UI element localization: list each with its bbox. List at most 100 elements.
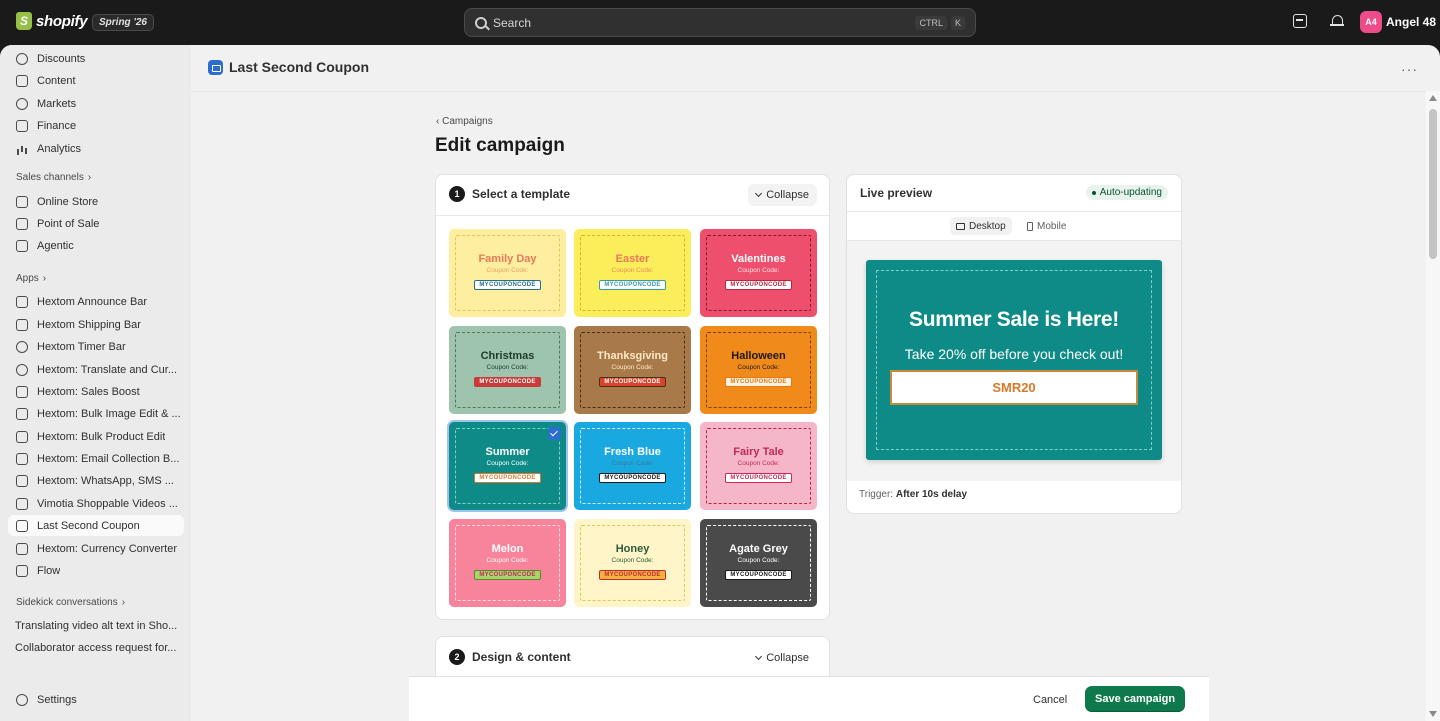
template-dashed-frame: Fresh Blue Coupon Code: MYCOUPONCODE bbox=[580, 428, 685, 504]
preview-title: Live preview bbox=[860, 186, 933, 200]
tab-desktop[interactable]: Desktop bbox=[950, 217, 1012, 235]
sidebar-item-label: Analytics bbox=[37, 142, 82, 155]
sidebar-app-item[interactable]: Hextom: Bulk Product Edit bbox=[8, 426, 184, 447]
status-badge: Auto-updating bbox=[1085, 185, 1168, 200]
sidebar-app-item[interactable]: Vimotia Shoppable Videos ... bbox=[8, 493, 184, 514]
popup-subtitle: Take 20% off before you check out! bbox=[904, 346, 1124, 362]
shopify-bag-icon bbox=[16, 12, 32, 30]
breadcrumb[interactable]: ‹ Campaigns bbox=[436, 116, 493, 127]
sidebar-app-item[interactable]: Hextom Shipping Bar bbox=[8, 314, 184, 335]
sidekick-conversation[interactable]: Collaborator access request for... bbox=[15, 642, 183, 654]
template-option[interactable]: Agate Grey Coupon Code: MYCOUPONCODE bbox=[700, 519, 817, 607]
tab-mobile[interactable]: Mobile bbox=[1021, 217, 1072, 235]
template-option[interactable]: Summer Coupon Code: MYCOUPONCODE bbox=[449, 422, 566, 510]
top-bar: shopify Spring '26 Search CTRL K A4 Ange… bbox=[0, 0, 1440, 45]
template-option[interactable]: Family Day Coupon Code: MYCOUPONCODE bbox=[449, 229, 566, 317]
sidebar-app-item[interactable]: Hextom: Translate and Cur... bbox=[8, 359, 184, 380]
sidebar-app-item[interactable]: Hextom: Email Collection B... bbox=[8, 448, 184, 469]
sidebar-item-label: Last Second Coupon bbox=[37, 519, 140, 532]
sidekick-header[interactable]: Sidekick conversations › bbox=[16, 597, 125, 608]
sidebar: Discounts Content Markets Finance Analyt… bbox=[0, 45, 191, 721]
collapse-button[interactable]: Collapse bbox=[748, 184, 817, 206]
sidebar-app-item[interactable]: Hextom: Bulk Image Edit & ... bbox=[8, 403, 184, 424]
shortcut-ctrl: CTRL bbox=[915, 15, 947, 30]
edition-badge[interactable]: Spring '26 bbox=[92, 14, 154, 31]
sidebar-item-agentic[interactable]: Agentic bbox=[8, 235, 184, 256]
sidebar-app-item[interactable]: Hextom: WhatsApp, SMS ... bbox=[8, 470, 184, 491]
live-preview-card: Live preview Auto-updating Desktop Mobil… bbox=[846, 174, 1182, 514]
sidebar-app-item[interactable]: Hextom Announce Bar bbox=[8, 291, 184, 312]
template-dashed-frame: Easter Coupon Code: MYCOUPONCODE bbox=[580, 235, 685, 311]
save-bar: Cancel Save campaign bbox=[409, 676, 1209, 721]
app-icon bbox=[16, 318, 28, 331]
sidebar-app-item[interactable]: Hextom Timer Bar bbox=[8, 336, 184, 357]
template-coupon-label: Coupon Code: bbox=[486, 364, 529, 371]
scrollbar[interactable] bbox=[1426, 91, 1440, 721]
sales-channels-header[interactable]: Sales channels › bbox=[16, 172, 91, 183]
app-icon bbox=[16, 542, 28, 555]
template-dashed-frame: Halloween Coupon Code: MYCOUPONCODE bbox=[706, 332, 811, 408]
page-title: Edit campaign bbox=[435, 135, 565, 156]
status-dot-icon bbox=[1091, 190, 1096, 195]
sidebar-item-discounts[interactable]: Discounts bbox=[8, 48, 184, 69]
sidebar-item-online-store[interactable]: Online Store bbox=[8, 191, 184, 212]
template-name: Agate Grey bbox=[729, 543, 788, 555]
popup-title: Summer Sale is Here! bbox=[909, 308, 1119, 331]
divider bbox=[191, 91, 1440, 92]
search-bar[interactable]: Search CTRL K bbox=[464, 8, 976, 37]
store-switcher-icon[interactable] bbox=[1293, 14, 1307, 28]
template-option[interactable]: Melon Coupon Code: MYCOUPONCODE bbox=[449, 519, 566, 607]
user-name[interactable]: Angel 48 bbox=[1386, 15, 1436, 29]
sidebar-app-item-active[interactable]: Last Second Coupon bbox=[8, 515, 184, 536]
sidebar-item-finance[interactable]: Finance bbox=[8, 115, 184, 136]
template-option[interactable]: Fresh Blue Coupon Code: MYCOUPONCODE bbox=[574, 422, 691, 510]
flow-icon bbox=[16, 564, 28, 577]
template-coupon-code: MYCOUPONCODE bbox=[474, 280, 541, 290]
template-option[interactable]: Easter Coupon Code: MYCOUPONCODE bbox=[574, 229, 691, 317]
sidebar-item-point-of-sale[interactable]: Point of Sale bbox=[8, 213, 184, 234]
coupon-app-icon bbox=[208, 59, 223, 75]
sidebar-app-item[interactable]: Hextom: Currency Converter bbox=[8, 538, 184, 559]
sidebar-item-label: Point of Sale bbox=[37, 217, 100, 230]
sidebar-item-markets[interactable]: Markets bbox=[8, 93, 184, 114]
avatar[interactable]: A4 bbox=[1360, 11, 1382, 33]
trigger-label: Trigger: bbox=[859, 489, 894, 500]
sidebar-item-label: Hextom: Bulk Product Edit bbox=[37, 430, 166, 443]
template-option[interactable]: Halloween Coupon Code: MYCOUPONCODE bbox=[700, 326, 817, 414]
sidebar-item-content[interactable]: Content bbox=[8, 70, 184, 91]
breadcrumb-link[interactable]: Campaigns bbox=[442, 116, 493, 127]
template-coupon-label: Coupon Code: bbox=[611, 267, 654, 274]
sidebar-app-item[interactable]: Flow bbox=[8, 560, 184, 581]
collapse-button[interactable]: Collapse bbox=[748, 647, 817, 669]
scrollbar-thumb[interactable] bbox=[1429, 109, 1437, 259]
save-campaign-button[interactable]: Save campaign bbox=[1085, 686, 1186, 712]
scroll-down-arrow-icon[interactable] bbox=[1429, 711, 1437, 717]
template-option[interactable]: Fairy Tale Coupon Code: MYCOUPONCODE bbox=[700, 422, 817, 510]
section-label: Sidekick conversations bbox=[16, 597, 118, 608]
more-actions-icon[interactable]: ··· bbox=[1401, 61, 1418, 77]
scroll-up-arrow-icon[interactable] bbox=[1429, 95, 1437, 101]
template-option[interactable]: Valentines Coupon Code: MYCOUPONCODE bbox=[700, 229, 817, 317]
template-dashed-frame: Agate Grey Coupon Code: MYCOUPONCODE bbox=[706, 525, 811, 601]
shopify-logo[interactable]: shopify bbox=[16, 12, 88, 30]
template-option[interactable]: Honey Coupon Code: MYCOUPONCODE bbox=[574, 519, 691, 607]
notification-bell-icon[interactable] bbox=[1330, 14, 1344, 28]
cancel-button[interactable]: Cancel bbox=[1025, 689, 1075, 711]
template-coupon-code: MYCOUPONCODE bbox=[599, 570, 666, 580]
chevron-right-icon: › bbox=[121, 597, 126, 608]
template-coupon-code: MYCOUPONCODE bbox=[599, 377, 666, 387]
app-icon bbox=[16, 430, 28, 443]
template-option[interactable]: Christmas Coupon Code: MYCOUPONCODE bbox=[449, 326, 566, 414]
sidekick-conversation[interactable]: Translating video alt text in Sho... bbox=[15, 620, 183, 632]
device-toggle: Desktop Mobile bbox=[847, 211, 1181, 241]
template-option[interactable]: Thanksgiving Coupon Code: MYCOUPONCODE bbox=[574, 326, 691, 414]
store-icon bbox=[16, 195, 28, 208]
app-icon bbox=[16, 497, 28, 510]
template-coupon-label: Coupon Code: bbox=[737, 267, 780, 274]
app-title: Last Second Coupon bbox=[229, 59, 369, 75]
sidebar-item-settings[interactable]: Settings bbox=[8, 689, 184, 710]
sidebar-app-item[interactable]: Hextom: Sales Boost bbox=[8, 381, 184, 402]
main-content: Last Second Coupon ··· ‹ Campaigns Edit … bbox=[191, 45, 1440, 721]
sidebar-item-analytics[interactable]: Analytics bbox=[8, 138, 184, 159]
apps-header[interactable]: Apps › bbox=[16, 273, 46, 284]
